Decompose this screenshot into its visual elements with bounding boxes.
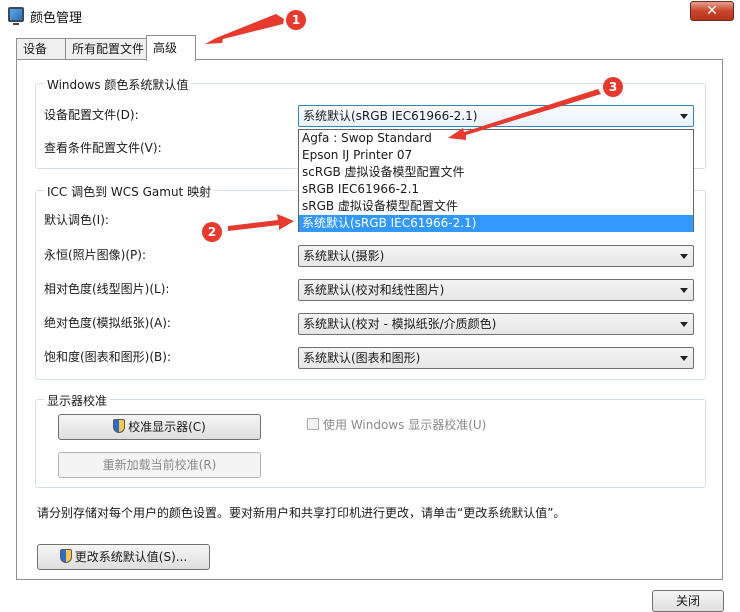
chevron-down-icon <box>680 288 688 293</box>
window-title: 颜色管理 <box>30 11 83 26</box>
relative-colorimetric-label: 相对色度(线型图片)(L): <box>44 282 170 296</box>
device-profile-label: 设备配置文件(D): <box>44 108 139 122</box>
tab-advanced[interactable]: 高级 <box>146 35 196 61</box>
device-profile-select[interactable]: 系统默认(sRGB IEC61966-2.1) <box>298 105 694 127</box>
use-windows-calibration-checkbox[interactable] <box>307 418 319 430</box>
chevron-down-icon <box>680 356 688 361</box>
window-close-button[interactable]: ✕ <box>690 1 734 21</box>
dropdown-item[interactable]: Epson IJ Printer 07 <box>299 147 693 164</box>
default-rendering-label: 默认调色(I): <box>44 213 109 227</box>
saturation-value: 系统默认(图表和图形) <box>303 351 421 365</box>
calibrate-display-button[interactable]: 校准显示器(C) <box>58 414 261 440</box>
reload-calibration-button[interactable]: 重新加载当前校准(R) <box>58 452 261 478</box>
dropdown-item[interactable]: sRGB IEC61966-2.1 <box>299 181 693 198</box>
annotation-badge-2: 2 <box>202 222 222 242</box>
dropdown-item[interactable]: Agfa : Swop Standard <box>299 130 693 147</box>
dropdown-item[interactable]: sRGB 虚拟设备模型配置文件 <box>299 198 693 215</box>
perceptual-select[interactable]: 系统默认(摄影) <box>298 245 694 267</box>
title-bar: 颜色管理 ✕ <box>0 0 740 30</box>
windows-defaults-title: Windows 颜色系统默认值 <box>44 76 192 93</box>
annotation-badge-1: 1 <box>286 10 306 30</box>
perceptual-value: 系统默认(摄影) <box>303 249 385 263</box>
saturation-select[interactable]: 系统默认(图表和图形) <box>298 347 694 369</box>
absolute-colorimetric-select[interactable]: 系统默认(校对 - 模拟纸张/介质颜色) <box>298 313 694 335</box>
shield-icon <box>59 549 72 563</box>
absolute-colorimetric-value: 系统默认(校对 - 模拟纸张/介质颜色) <box>303 317 497 331</box>
saturation-label: 饱和度(图表和图形)(B): <box>44 350 172 364</box>
tab-devices[interactable]: 设备 <box>16 38 66 60</box>
change-system-defaults-button[interactable]: 更改系统默认值(S)... <box>37 544 210 570</box>
chevron-down-icon <box>680 114 688 119</box>
monitor-icon <box>8 7 24 25</box>
calibrate-display-label: 校准显示器(C) <box>128 420 206 434</box>
chevron-down-icon <box>680 322 688 327</box>
calibration-title: 显示器校准 <box>44 392 111 409</box>
device-profile-dropdown-list[interactable]: Agfa : Swop Standard Epson IJ Printer 07… <box>298 129 694 232</box>
device-profile-value: 系统默认(sRGB IEC61966-2.1) <box>303 109 478 123</box>
dropdown-item-selected[interactable]: 系统默认(sRGB IEC61966-2.1) <box>299 215 693 232</box>
relative-colorimetric-select[interactable]: 系统默认(校对和线性图片) <box>298 279 694 301</box>
chevron-down-icon <box>680 254 688 259</box>
change-system-defaults-label: 更改系统默认值(S)... <box>74 550 188 564</box>
viewing-conditions-label: 查看条件配置文件(V): <box>44 141 162 155</box>
icc-mapping-title: ICC 调色到 WCS Gamut 映射 <box>44 183 215 200</box>
perceptual-label: 永恒(照片图像)(P): <box>44 248 147 262</box>
use-windows-calibration-label: 使用 Windows 显示器校准(U) <box>323 418 487 432</box>
close-button[interactable]: 关闭 <box>652 590 724 612</box>
relative-colorimetric-value: 系统默认(校对和线性图片) <box>303 283 445 297</box>
dropdown-item[interactable]: scRGB 虚拟设备模型配置文件 <box>299 164 693 181</box>
absolute-colorimetric-label: 绝对色度(模拟纸张)(A): <box>44 316 171 330</box>
annotation-badge-3: 3 <box>603 77 623 97</box>
tab-all-profiles[interactable]: 所有配置文件 <box>65 38 147 60</box>
shield-icon <box>113 419 126 433</box>
footer-note: 请分别存储对每个用户的颜色设置。要对新用户和共享打印机进行更改，请单击“更改系统… <box>37 506 566 520</box>
